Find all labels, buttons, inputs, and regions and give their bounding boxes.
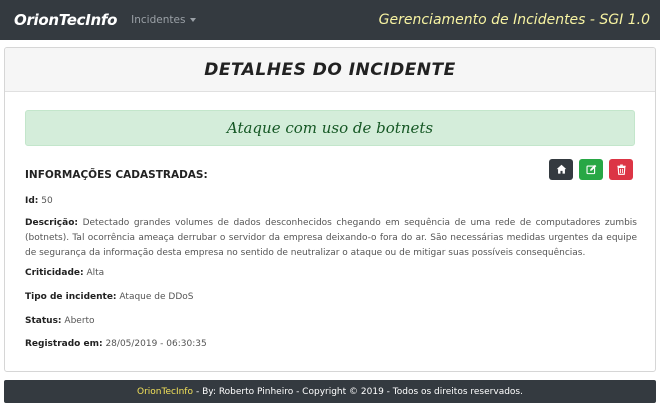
delete-button[interactable] [609,159,633,180]
caret-down-icon [190,18,197,22]
field-incident-type: Tipo de incidente: Ataque de DDoS [25,290,193,305]
field-id: Id: 50 [25,194,53,209]
field-criticality-value: Alta [86,268,105,278]
field-incident-type-value: Ataque de DDoS [119,292,194,302]
incident-details-card: DETALHES DO INCIDENTE Ataque com uso de … [4,47,656,372]
trash-icon [616,164,626,175]
field-registered: Registrado em: 28/05/2019 - 06:30:35 [25,337,207,352]
footer-brand: OrionTecInfo [137,386,193,397]
field-criticality: Criticidade: Alta [25,266,104,281]
field-criticality-label: Criticidade: [25,268,84,278]
incidentes-dropdown[interactable]: Incidentes [131,14,197,26]
field-incident-type-label: Tipo de incidente: [25,292,117,302]
incidentes-dropdown-label: Incidentes [131,14,186,26]
field-status: Status: Aberto [25,314,95,329]
footer-copyright: - By: Roberto Pinheiro - Copyright © 201… [195,386,523,397]
field-status-label: Status: [25,316,62,326]
home-button[interactable] [549,159,573,180]
incident-name-banner: Ataque com uso de botnets [25,110,635,146]
field-id-value: 50 [41,196,53,206]
page-title: DETALHES DO INCIDENTE [204,59,456,80]
page-footer: OrionTecInfo - By: Roberto Pinheiro - Co… [4,380,656,403]
field-registered-label: Registrado em: [25,339,103,349]
field-description-label: Descrição: [25,218,78,228]
field-registered-value: 28/05/2019 - 06:30:35 [105,339,207,349]
edit-button[interactable] [579,159,603,180]
field-id-label: Id: [25,196,39,206]
card-header: DETALHES DO INCIDENTE [5,48,655,92]
incident-name: Ataque com uso de botnets [226,119,434,137]
edit-icon [585,164,596,175]
action-buttons [549,159,633,180]
field-description: Descrição: Detectado grandes volumes de … [25,216,637,261]
section-title: INFORMAÇÕES CADASTRADAS: [25,169,208,181]
app-title: Gerenciamento de Incidentes - SGI 1.0 [378,12,650,28]
home-icon [556,164,566,174]
top-navbar: OrionTecInfo Incidentes Gerenciamento de… [0,0,660,40]
field-description-value: Detectado grandes volumes de dados desco… [25,218,637,258]
field-status-value: Aberto [64,316,95,326]
brand-logo[interactable]: OrionTecInfo [14,11,117,29]
